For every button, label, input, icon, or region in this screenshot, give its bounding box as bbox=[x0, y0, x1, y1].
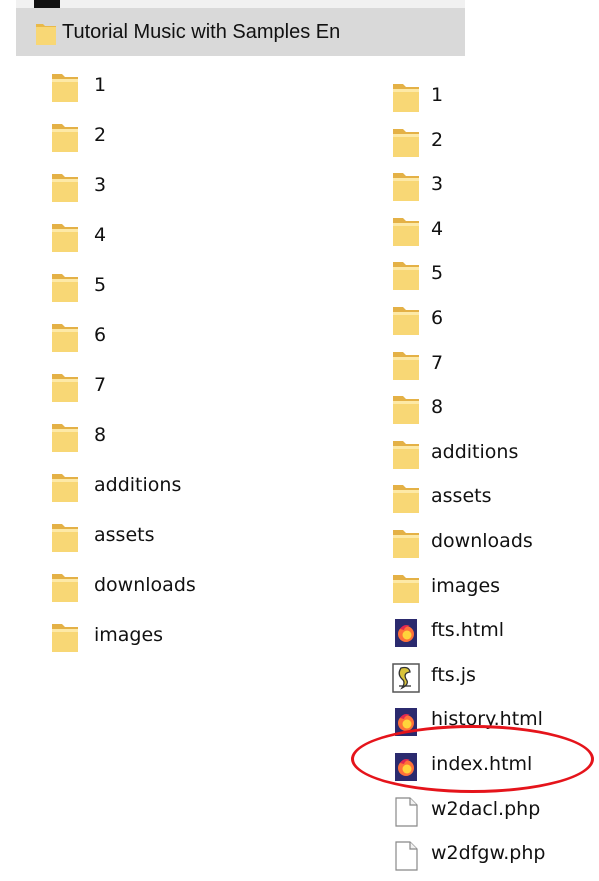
file-name-label: 6 bbox=[94, 324, 107, 346]
file-name-label: 6 bbox=[431, 306, 444, 329]
file-name-label: 5 bbox=[431, 262, 444, 285]
folder-icon bbox=[50, 272, 80, 304]
folder-icon bbox=[391, 305, 421, 337]
file-name-label: 7 bbox=[94, 374, 107, 396]
folder-icon bbox=[391, 171, 421, 203]
file-name-label: 7 bbox=[431, 351, 444, 374]
folder-icon bbox=[391, 483, 421, 515]
file-name-label: index.html bbox=[431, 752, 533, 775]
file-name-label: fts.js bbox=[431, 663, 476, 686]
file-name-label: w2dacl.php bbox=[431, 797, 541, 820]
blank-file-icon bbox=[391, 840, 421, 872]
folder-title: Tutorial Music with Samples En bbox=[62, 21, 341, 43]
folder-icon bbox=[50, 172, 80, 204]
folder-icon bbox=[391, 573, 421, 605]
folder-icon bbox=[391, 394, 421, 426]
folder-header[interactable]: Tutorial Music with Samples En bbox=[16, 8, 465, 56]
file-name-label: downloads bbox=[94, 574, 196, 596]
file-name-label: 3 bbox=[431, 173, 444, 196]
file-name-label: 4 bbox=[94, 224, 107, 246]
file-name-label: assets bbox=[94, 524, 155, 546]
file-name-label: w2dfgw.php bbox=[431, 842, 546, 865]
file-name-label: 2 bbox=[431, 128, 444, 151]
folder-icon bbox=[391, 82, 421, 114]
top-edge-strip bbox=[16, 0, 465, 8]
script-file-icon bbox=[391, 662, 421, 694]
folder-icon bbox=[391, 350, 421, 382]
firefox-html-icon bbox=[391, 706, 421, 738]
folder-icon bbox=[391, 439, 421, 471]
folder-icon bbox=[391, 260, 421, 292]
folder-icon bbox=[50, 222, 80, 254]
folder-icon bbox=[50, 372, 80, 404]
firefox-html-icon bbox=[391, 617, 421, 649]
file-name-label: 8 bbox=[94, 424, 107, 446]
folder-icon bbox=[391, 528, 421, 560]
file-name-label: 4 bbox=[431, 217, 444, 240]
folder-icon bbox=[391, 127, 421, 159]
folder-icon bbox=[50, 572, 80, 604]
file-name-label: additions bbox=[431, 440, 519, 463]
file-name-label: history.html bbox=[431, 708, 543, 731]
folder-icon bbox=[391, 216, 421, 248]
file-name-label: 3 bbox=[94, 174, 107, 196]
folder-icon bbox=[50, 322, 80, 354]
file-name-label: images bbox=[431, 574, 501, 597]
folder-icon bbox=[50, 522, 80, 554]
firefox-html-icon bbox=[391, 751, 421, 783]
file-name-label: assets bbox=[431, 485, 492, 508]
file-name-label: 8 bbox=[431, 396, 444, 419]
blank-file-icon bbox=[391, 796, 421, 828]
file-name-label: downloads bbox=[431, 529, 533, 552]
file-name-label: images bbox=[94, 624, 164, 646]
file-name-label: 1 bbox=[94, 74, 107, 96]
folder-icon bbox=[50, 622, 80, 654]
file-name-label: 5 bbox=[94, 274, 107, 296]
folder-icon bbox=[50, 72, 80, 104]
file-name-label: 1 bbox=[431, 84, 444, 106]
folder-icon bbox=[35, 20, 57, 46]
file-name-label: additions bbox=[94, 474, 182, 496]
file-name-label: 2 bbox=[94, 124, 107, 146]
folder-icon bbox=[50, 122, 80, 154]
folder-icon bbox=[50, 422, 80, 454]
file-name-label: fts.html bbox=[431, 619, 505, 642]
folder-icon bbox=[50, 472, 80, 504]
